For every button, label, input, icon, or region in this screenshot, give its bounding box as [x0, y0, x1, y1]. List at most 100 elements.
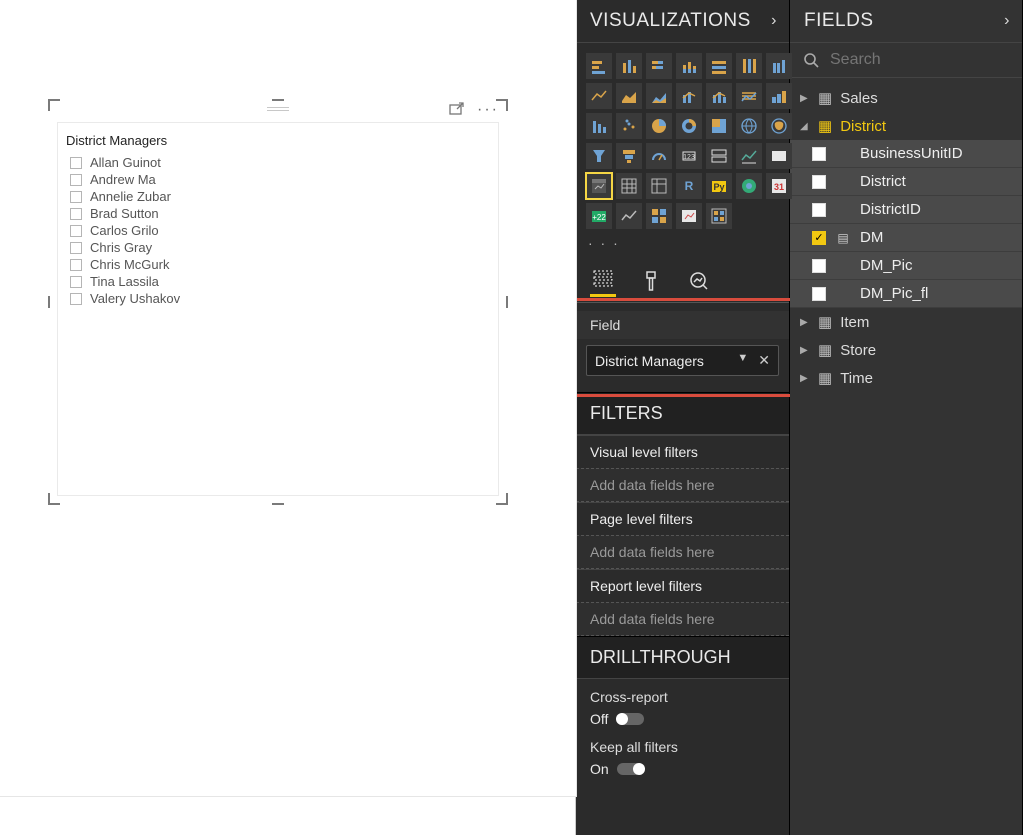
svg-text:31: 31 — [774, 182, 784, 192]
slicer-item[interactable]: Valery Ushakov — [62, 290, 494, 307]
visualization-type-icon[interactable] — [766, 113, 792, 139]
visualization-type-icon[interactable] — [736, 143, 762, 169]
visualization-type-icon[interactable] — [676, 53, 702, 79]
visualization-type-icon[interactable] — [646, 53, 672, 79]
visualization-type-icon[interactable] — [706, 143, 732, 169]
cross-report-label: Cross-report — [590, 689, 775, 705]
slicer-item[interactable]: Brad Sutton — [62, 205, 494, 222]
field-item[interactable]: DistrictID — [790, 196, 1022, 224]
slicer-item[interactable]: Tina Lassila — [62, 273, 494, 290]
visualization-type-icon[interactable] — [586, 113, 612, 139]
visualization-type-icon[interactable] — [766, 143, 792, 169]
visualization-type-icon[interactable] — [646, 173, 672, 199]
visualization-type-icon[interactable] — [616, 53, 642, 79]
table-item[interactable]: ▶ ▦ Item — [790, 308, 1022, 336]
report-level-drop-target[interactable]: Add data fields here — [576, 602, 789, 636]
visualization-type-icon[interactable]: Py — [706, 173, 732, 199]
visualization-type-icon[interactable] — [676, 83, 702, 109]
visualization-type-icon[interactable] — [706, 83, 732, 109]
field-checkbox[interactable] — [812, 287, 826, 301]
visualization-type-icon[interactable] — [586, 173, 612, 199]
slicer-item[interactable]: Chris Gray — [62, 239, 494, 256]
focus-mode-icon[interactable] — [449, 102, 465, 118]
visualization-type-icon[interactable]: +22 — [586, 203, 612, 229]
visualization-type-icon[interactable] — [736, 113, 762, 139]
fields-header: FIELDS › — [790, 0, 1022, 43]
slicer-item-label: Andrew Ma — [90, 172, 156, 187]
visualization-type-icon[interactable] — [736, 53, 762, 79]
field-checkbox[interactable] — [812, 175, 826, 189]
more-options-icon[interactable]: ··· — [477, 101, 499, 119]
table-district[interactable]: ◢ ▦ District — [790, 112, 1022, 140]
field-chip[interactable]: District Managers ▼ ✕ — [586, 345, 779, 376]
slicer-item[interactable]: Allan Guinot — [62, 154, 494, 171]
field-checkbox[interactable] — [812, 147, 826, 161]
table-icon: ▦ — [818, 341, 832, 359]
cross-report-toggle[interactable]: Off — [590, 711, 775, 727]
slicer-item[interactable]: Chris McGurk — [62, 256, 494, 273]
analytics-tab-icon[interactable] — [686, 271, 712, 297]
slicer-item[interactable]: Andrew Ma — [62, 171, 494, 188]
visual-level-filter-label: Visual level filters — [576, 436, 789, 468]
field-checkbox[interactable] — [812, 203, 826, 217]
visualization-type-icon[interactable] — [676, 203, 702, 229]
visualization-more-icon[interactable]: · · · — [576, 233, 789, 259]
visualization-type-icon[interactable] — [676, 113, 702, 139]
visualization-type-icon[interactable] — [616, 113, 642, 139]
slicer-visual[interactable]: ··· District Managers Allan GuinotAndrew… — [49, 100, 507, 504]
collapse-fields-icon[interactable]: › — [1004, 12, 1010, 30]
visualization-type-icon[interactable] — [736, 173, 762, 199]
field-item[interactable]: BusinessUnitID — [790, 140, 1022, 168]
visualization-type-icon[interactable]: 31 — [766, 173, 792, 199]
visualization-type-icon[interactable] — [586, 143, 612, 169]
visualization-type-icon[interactable] — [706, 113, 732, 139]
visualization-type-icon[interactable] — [706, 203, 732, 229]
chevron-down-icon[interactable]: ▼ — [737, 352, 748, 369]
visualization-type-icon[interactable] — [766, 83, 792, 109]
table-icon: ▦ — [818, 369, 832, 387]
keep-all-filters-toggle[interactable]: On — [590, 761, 775, 777]
fields-tab-icon[interactable] — [590, 271, 616, 297]
visualization-type-icon[interactable]: R — [676, 173, 702, 199]
visualizations-pane: VISUALIZATIONS › 123RPy31+22 · · · Field — [576, 0, 790, 835]
page-level-drop-target[interactable]: Add data fields here — [576, 535, 789, 569]
checkbox-icon — [70, 242, 82, 254]
field-item[interactable]: DM_Pic_fl — [790, 280, 1022, 308]
visualization-type-icon[interactable] — [646, 203, 672, 229]
table-icon: ▦ — [818, 89, 832, 107]
cross-report-state: Off — [590, 711, 608, 727]
field-item[interactable]: District — [790, 168, 1022, 196]
collapse-visualizations-icon[interactable]: › — [771, 12, 777, 30]
visualization-type-icon[interactable] — [766, 53, 792, 79]
slicer-item[interactable]: Annelie Zubar — [62, 188, 494, 205]
report-canvas[interactable]: ··· District Managers Allan GuinotAndrew… — [0, 0, 576, 835]
fields-search-input[interactable] — [830, 51, 1010, 69]
visualization-type-icon[interactable] — [616, 83, 642, 109]
field-item[interactable]: ✓▤DM — [790, 224, 1022, 252]
table-sales[interactable]: ▶ ▦ Sales — [790, 84, 1022, 112]
visualization-type-icon[interactable] — [616, 143, 642, 169]
visualization-type-icon[interactable]: 123 — [676, 143, 702, 169]
drag-grip-icon[interactable] — [267, 107, 289, 113]
svg-text:Py: Py — [713, 182, 724, 192]
format-tab-icon[interactable] — [638, 271, 664, 297]
field-checkbox[interactable]: ✓ — [812, 231, 826, 245]
visualization-type-icon[interactable] — [586, 53, 612, 79]
visualization-type-icon[interactable] — [616, 203, 642, 229]
visualization-type-icon[interactable] — [586, 83, 612, 109]
table-time[interactable]: ▶ ▦ Time — [790, 364, 1022, 392]
field-item[interactable]: DM_Pic — [790, 252, 1022, 280]
remove-field-icon[interactable]: ✕ — [758, 352, 770, 369]
fields-search[interactable] — [790, 43, 1022, 78]
visualization-type-icon[interactable] — [706, 53, 732, 79]
table-store[interactable]: ▶ ▦ Store — [790, 336, 1022, 364]
page-level-filter-label: Page level filters — [576, 503, 789, 535]
visualization-type-icon[interactable] — [646, 143, 672, 169]
visual-level-drop-target[interactable]: Add data fields here — [576, 468, 789, 502]
field-checkbox[interactable] — [812, 259, 826, 273]
visualization-type-icon[interactable] — [646, 83, 672, 109]
visualization-type-icon[interactable] — [646, 113, 672, 139]
visualization-type-icon[interactable] — [736, 83, 762, 109]
visualization-type-icon[interactable] — [616, 173, 642, 199]
slicer-item[interactable]: Carlos Grilo — [62, 222, 494, 239]
